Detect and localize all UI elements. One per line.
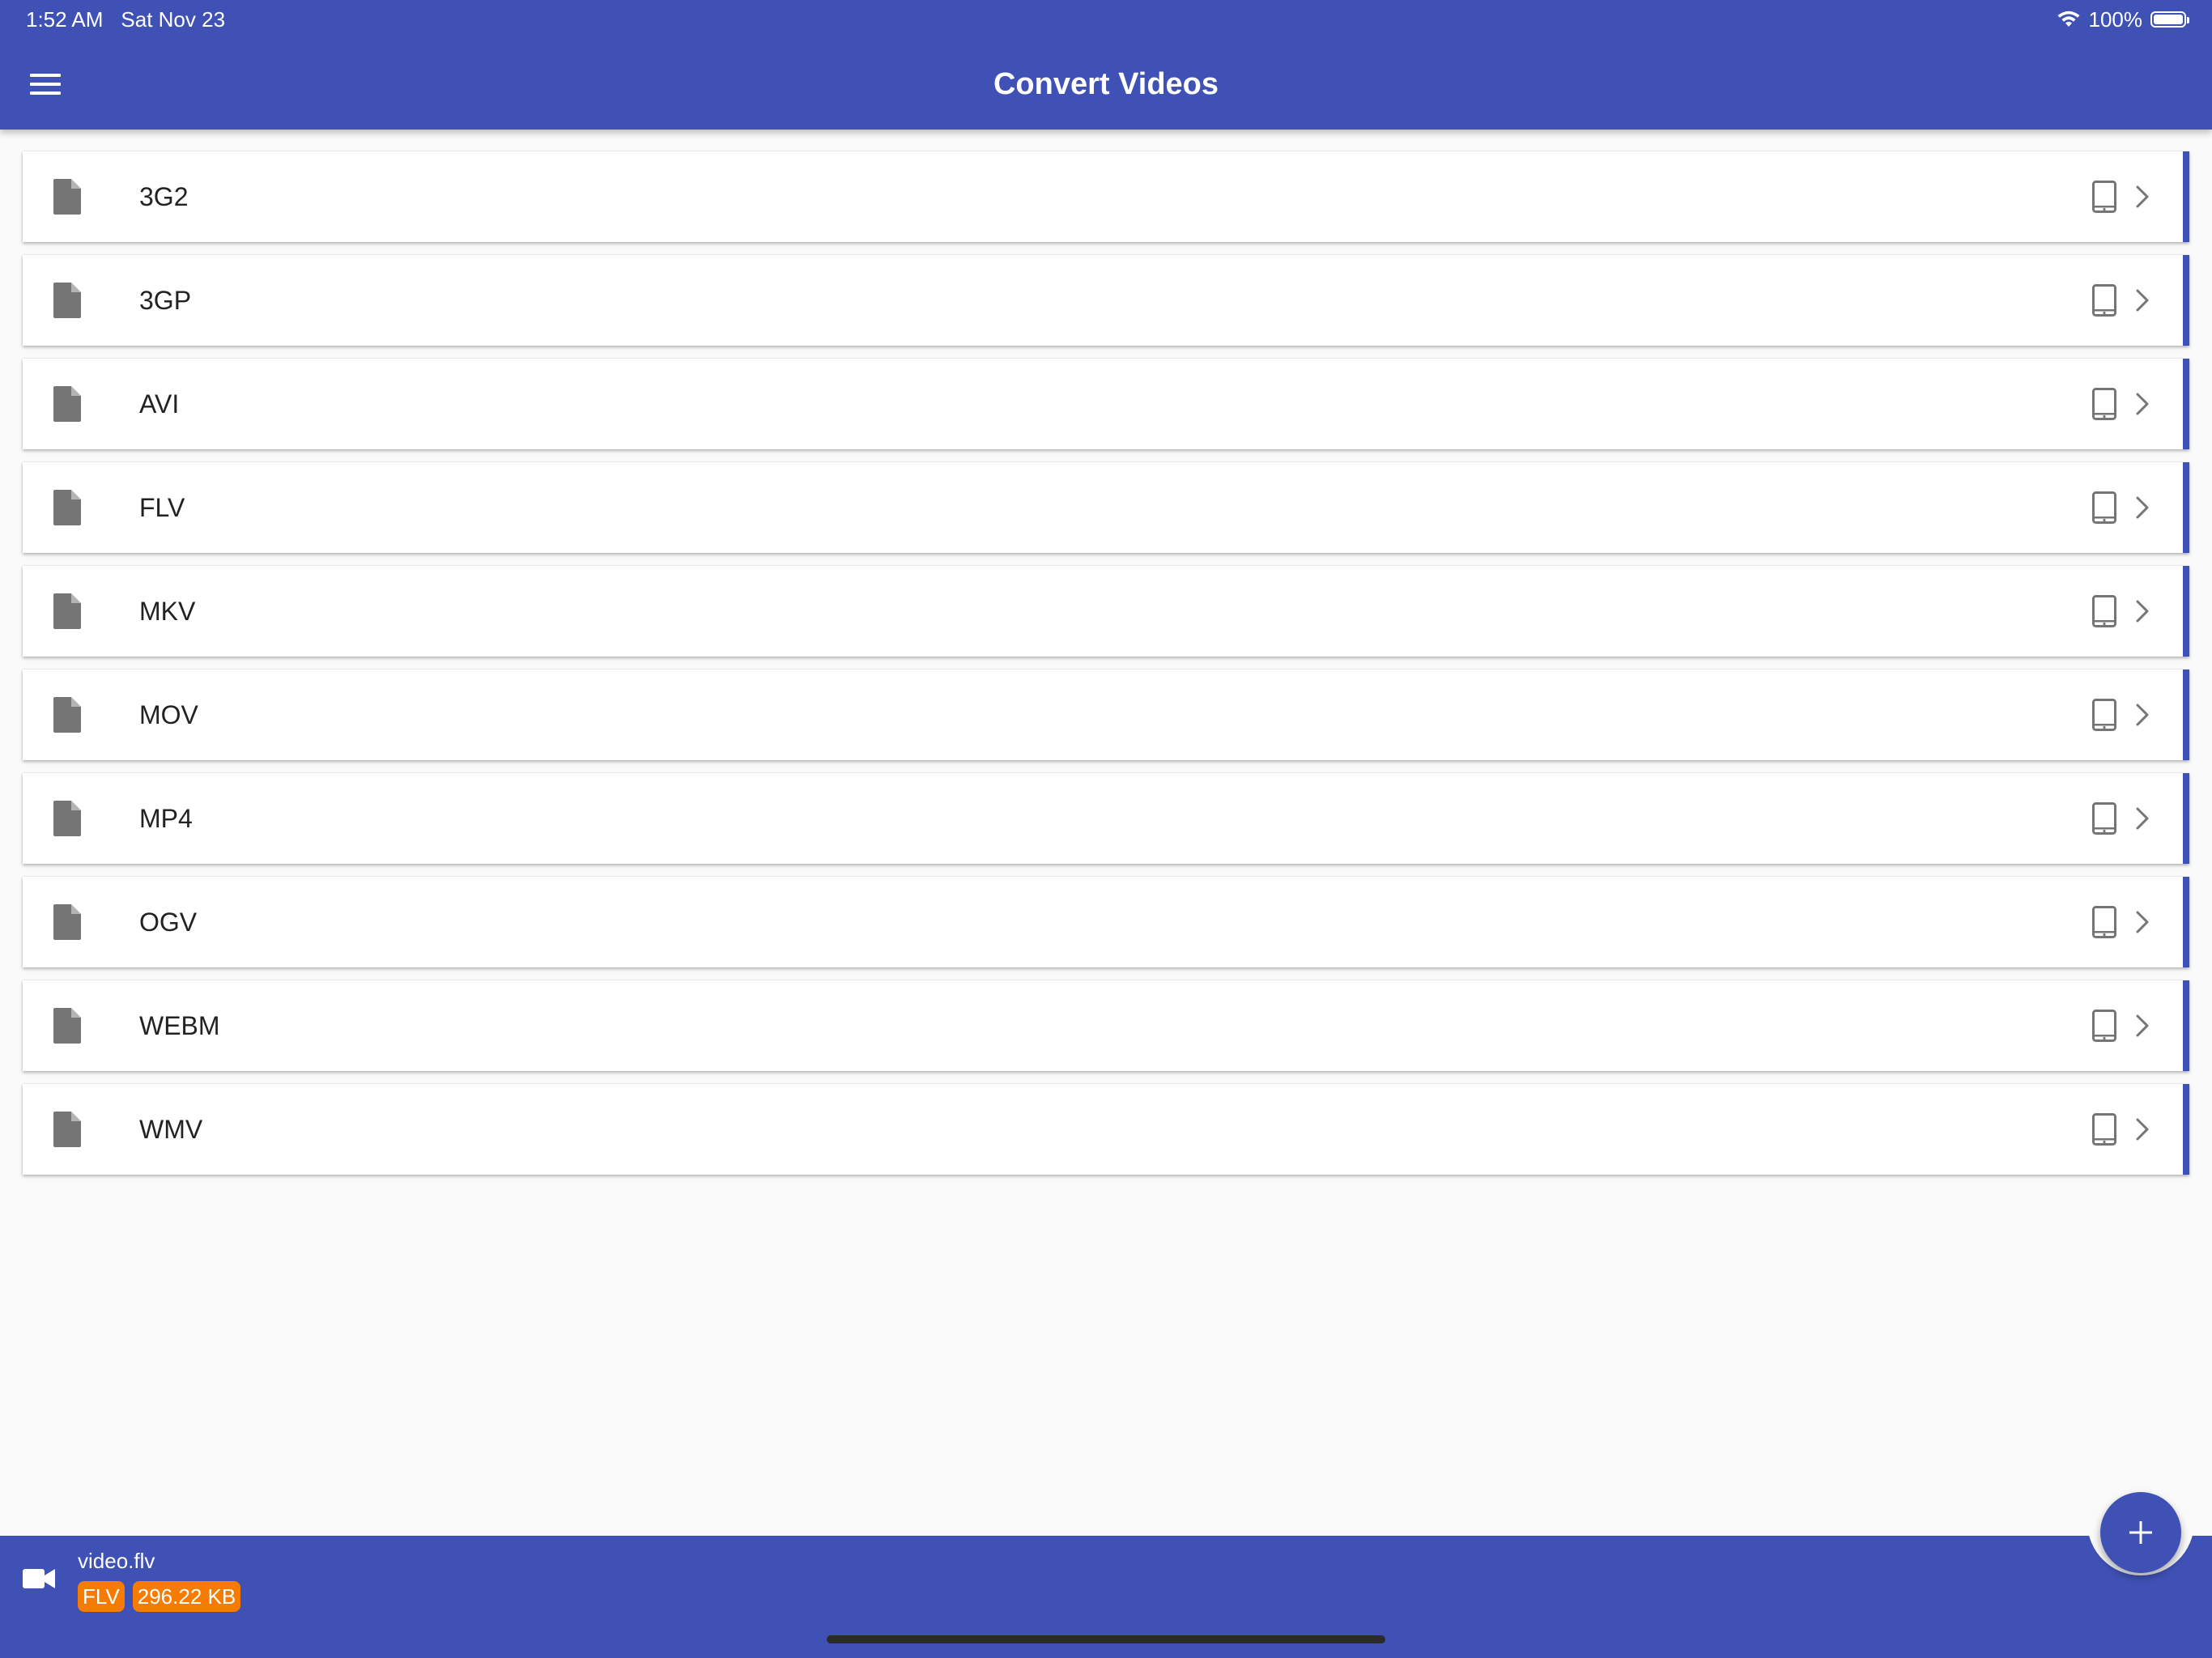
format-list: 3G2 3GP AVI FLV MKV MOV MP4 OGV WEBM WMV [23,151,2189,1188]
format-item-flv[interactable]: FLV [23,462,2189,553]
chevron-right-icon [2136,393,2149,415]
chevron-right-icon [2136,807,2149,830]
chevron-right-icon [2136,496,2149,519]
format-badge: FLV [78,1581,125,1612]
app-screen: 1:52 AM Sat Nov 23 100% Convert Videos 3… [0,0,2212,1658]
file-icon [53,801,81,836]
file-name: video.flv [78,1549,155,1573]
tablet-icon [2092,595,2116,627]
chevron-right-icon [2136,1014,2149,1037]
app-bar: 1:52 AM Sat Nov 23 100% Convert Videos [0,0,2212,130]
file-icon [53,283,81,318]
file-icon [53,490,81,525]
add-file-button[interactable] [2100,1492,2181,1573]
format-item-3gp[interactable]: 3GP [23,255,2189,346]
format-label: AVI [139,389,180,419]
chevron-right-icon [2136,704,2149,726]
size-badge: 296.22 KB [132,1581,241,1612]
format-label: MOV [139,700,198,729]
file-icon [53,1008,81,1044]
status-time: 1:52 AM [26,6,104,32]
tablet-icon [2092,284,2116,317]
battery-icon [2150,11,2189,28]
format-label: MKV [139,597,196,626]
home-indicator [827,1635,1385,1643]
tablet-icon [2092,491,2116,524]
file-icon [53,904,81,940]
file-icon [53,179,81,215]
file-icon [53,1112,81,1147]
plus-icon [2129,1521,2152,1544]
format-item-avi[interactable]: AVI [23,359,2189,449]
format-item-mkv[interactable]: MKV [23,566,2189,657]
format-label: WMV [139,1115,203,1144]
page-title: Convert Videos [993,67,1219,101]
status-date: Sat Nov 23 [121,6,226,32]
format-label: MP4 [139,804,193,833]
wifi-icon [2057,11,2079,27]
format-label: 3GP [139,286,192,315]
tablet-icon [2092,181,2116,213]
tablet-icon [2092,802,2116,835]
battery-percent: 100% [2088,6,2143,32]
video-camera-icon [23,1569,55,1588]
file-badges: FLV 296.22 KB [78,1581,241,1612]
format-label: OGV [139,908,198,937]
format-item-mov[interactable]: MOV [23,670,2189,760]
tablet-icon [2092,1113,2116,1146]
tablet-icon [2092,699,2116,731]
file-icon [53,697,81,733]
chevron-right-icon [2136,185,2149,208]
status-bar-left: 1:52 AM Sat Nov 23 [26,6,225,32]
format-item-wmv[interactable]: WMV [23,1084,2189,1175]
tablet-icon [2092,906,2116,938]
format-item-3g2[interactable]: 3G2 [23,151,2189,242]
format-item-webm[interactable]: WEBM [23,980,2189,1071]
chevron-right-icon [2136,600,2149,623]
file-icon [53,386,81,422]
format-item-ogv[interactable]: OGV [23,877,2189,967]
status-bar-right: 100% [2057,6,2189,32]
chevron-right-icon [2136,911,2149,933]
format-label: 3G2 [139,182,189,211]
tablet-icon [2092,388,2116,420]
format-label: FLV [139,493,185,522]
chevron-right-icon [2136,289,2149,312]
format-label: WEBM [139,1011,220,1040]
file-icon [53,593,81,629]
tablet-icon [2092,1010,2116,1042]
format-item-mp4[interactable]: MP4 [23,773,2189,864]
chevron-right-icon [2136,1118,2149,1141]
